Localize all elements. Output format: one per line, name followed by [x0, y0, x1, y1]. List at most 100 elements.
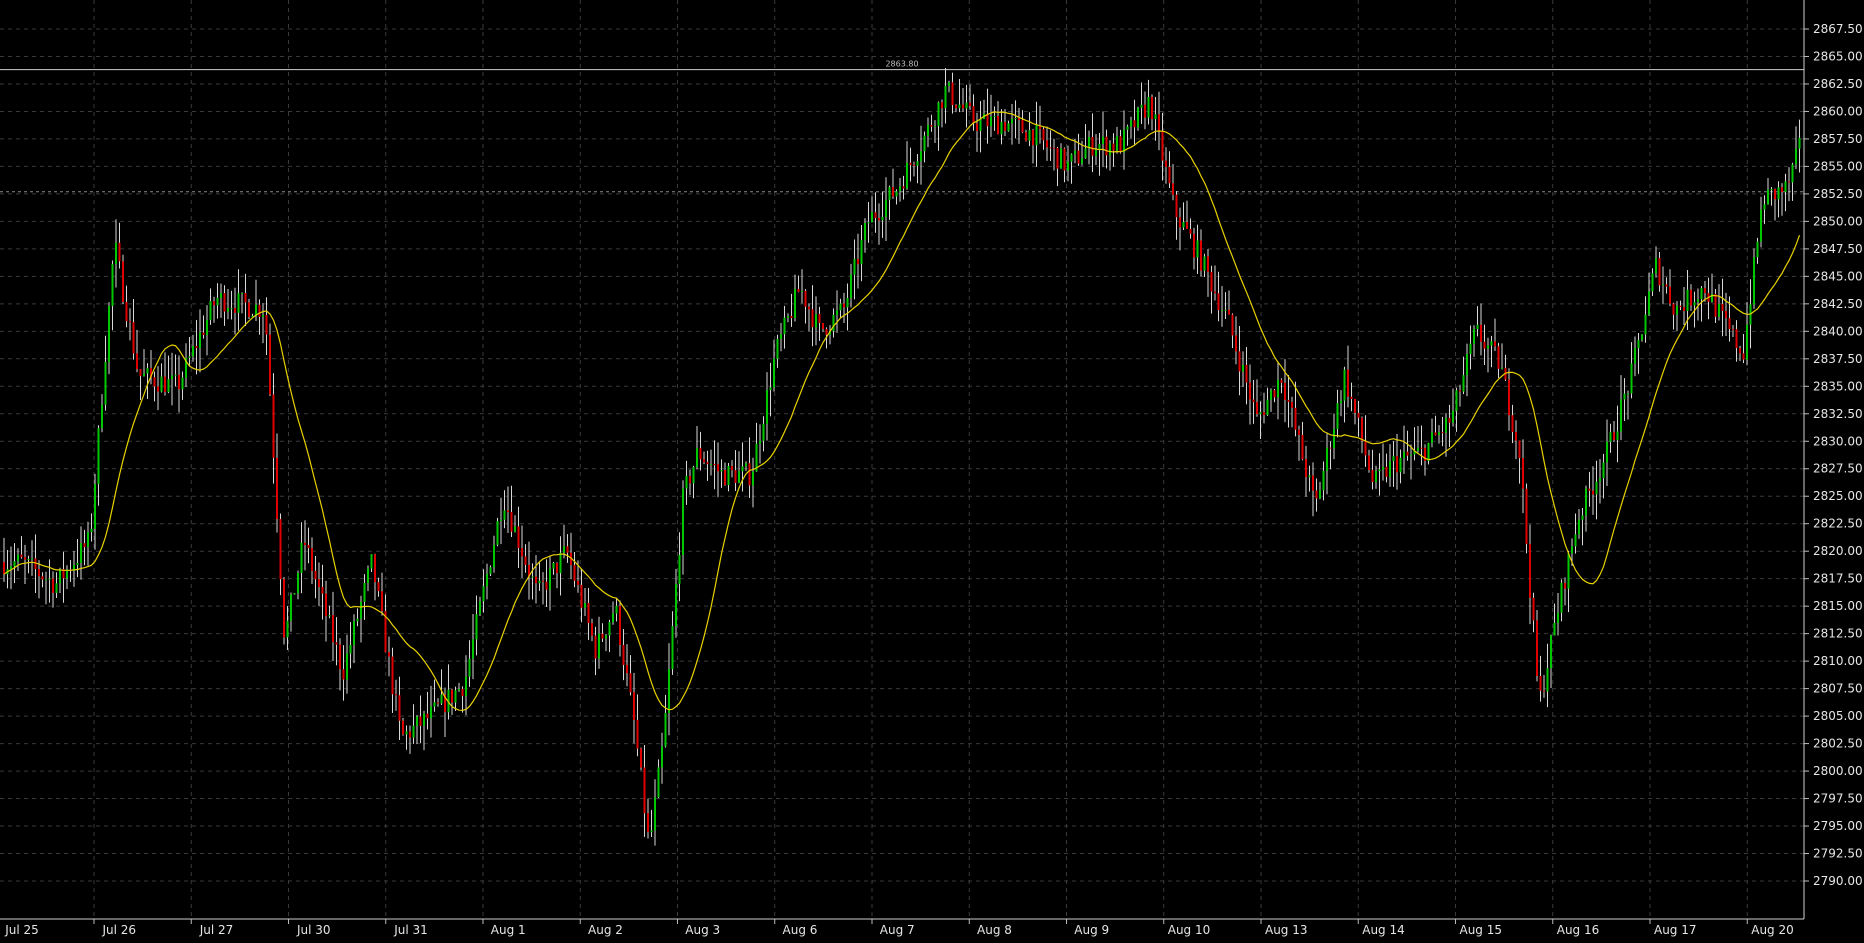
- candle-up: [657, 767, 660, 798]
- x-tick-label: Aug 20: [1751, 923, 1794, 937]
- candle-up: [1462, 375, 1465, 392]
- candle-down: [1329, 447, 1332, 449]
- candle-down: [587, 602, 590, 624]
- candle-down: [517, 526, 520, 549]
- candle-down: [1214, 291, 1216, 294]
- x-tick-label: Aug 8: [977, 923, 1012, 937]
- candle-up: [664, 712, 667, 747]
- candle-up: [209, 301, 212, 320]
- candle-down: [580, 584, 583, 608]
- candle-down: [419, 716, 422, 726]
- candle-down: [1529, 543, 1531, 598]
- candle-down: [1406, 451, 1409, 456]
- candle-up: [1620, 399, 1622, 432]
- candle-down: [524, 556, 527, 565]
- candle-up: [1560, 582, 1563, 613]
- candle-up: [1130, 120, 1132, 127]
- y-tick-label: 2827.50: [1813, 462, 1863, 476]
- candle-down: [304, 542, 306, 546]
- candle-up: [1343, 369, 1346, 401]
- candle-down: [1228, 309, 1230, 315]
- candle-up: [738, 471, 740, 483]
- candle-up: [514, 526, 516, 532]
- candle-down: [804, 290, 807, 307]
- candle-down: [878, 217, 880, 221]
- candle-up: [220, 293, 222, 299]
- candle-up: [360, 601, 362, 619]
- candle-up: [405, 731, 408, 735]
- candle-down: [689, 475, 691, 484]
- candle-down: [1441, 432, 1444, 434]
- candle-up: [293, 593, 296, 595]
- candle-down: [1210, 271, 1213, 292]
- candle-up: [965, 102, 968, 109]
- candle-down: [1735, 329, 1738, 348]
- candle-down: [1350, 396, 1353, 400]
- candle-up: [608, 622, 611, 636]
- candle-down: [1165, 160, 1167, 167]
- candle-up: [1308, 475, 1311, 478]
- candle-down: [1193, 233, 1195, 258]
- candle-up: [773, 358, 775, 388]
- candle-down: [1158, 114, 1160, 131]
- candle-down: [1287, 399, 1290, 402]
- candle-up: [1438, 432, 1440, 436]
- candle-down: [724, 470, 726, 486]
- candle-down: [265, 315, 268, 335]
- candle-down: [1046, 140, 1048, 148]
- candle-up: [90, 528, 93, 533]
- candle-up: [1445, 417, 1447, 433]
- candle-up: [104, 362, 107, 405]
- candle-down: [244, 293, 247, 303]
- candle-down: [1714, 293, 1717, 317]
- candle-down: [1728, 318, 1731, 330]
- candle-down: [713, 464, 716, 466]
- candle-up: [87, 532, 89, 548]
- candle-up: [1760, 209, 1762, 242]
- candle-up: [741, 466, 744, 472]
- candle-down: [734, 470, 737, 483]
- chart: 2863.80 2790.00 2792.50 2795.00 2797.50 2800…: [0, 0, 1864, 943]
- candle-up: [1067, 161, 1069, 171]
- candle-down: [41, 576, 44, 580]
- candle-down: [535, 576, 537, 584]
- candle-up: [475, 614, 478, 640]
- x-tick-label: Jul 31: [393, 923, 428, 937]
- candle-up: [230, 308, 233, 310]
- candle-up: [1648, 291, 1650, 315]
- candle-up: [94, 484, 96, 529]
- candle-up: [115, 242, 117, 265]
- candle-up: [1770, 188, 1773, 190]
- candle-up: [55, 583, 58, 593]
- candle-up: [1606, 441, 1608, 463]
- candle-down: [1305, 459, 1307, 478]
- candle-down: [276, 457, 278, 520]
- candle-up: [1599, 478, 1601, 482]
- candle-up: [937, 102, 940, 126]
- y-tick-label: 2852.50: [1813, 187, 1863, 201]
- candle-down: [521, 548, 523, 557]
- chart-background: [0, 0, 1864, 943]
- candle-up: [192, 346, 194, 357]
- candle-down: [643, 767, 646, 814]
- candle-up: [1763, 204, 1766, 210]
- candle-down: [1252, 399, 1255, 403]
- candle-up: [1627, 393, 1629, 395]
- candle-down: [461, 688, 464, 697]
- reference-line-label: 2863.80: [885, 60, 918, 69]
- candle-up: [146, 368, 149, 374]
- candle-up: [101, 404, 103, 429]
- candle-down: [909, 162, 912, 165]
- candle-down: [972, 106, 975, 124]
- candle-down: [1312, 475, 1314, 491]
- candle-up: [472, 639, 474, 659]
- candle-down: [153, 377, 156, 387]
- candle-down: [1721, 303, 1724, 311]
- candle-down: [986, 113, 989, 127]
- candle-down: [279, 519, 282, 580]
- candle-up: [780, 334, 782, 339]
- candle-up: [1336, 403, 1339, 429]
- candle-down: [1494, 341, 1496, 347]
- candle-up: [1595, 481, 1598, 495]
- candle-up: [1546, 668, 1549, 692]
